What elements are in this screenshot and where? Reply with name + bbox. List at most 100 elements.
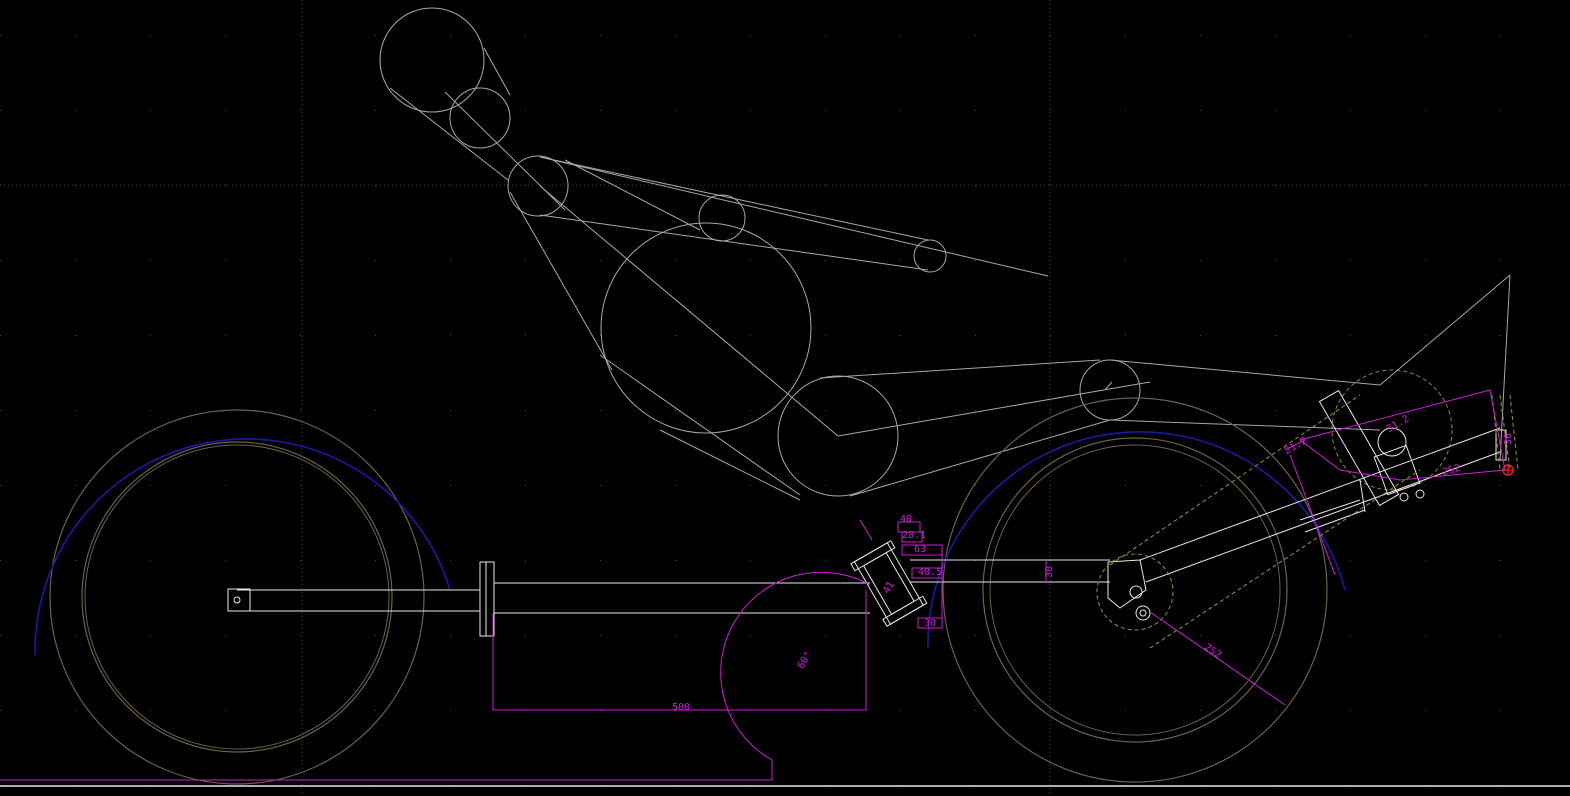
- grid-dot: [1050, 35, 1051, 36]
- grid-dot: [300, 485, 301, 486]
- grid-dot: [975, 185, 976, 186]
- grid-dot: [150, 110, 151, 111]
- grid-dot: [1350, 635, 1351, 636]
- grid-dot: [1425, 335, 1426, 336]
- grid-dot: [1500, 35, 1501, 36]
- grid-dot: [900, 260, 901, 261]
- grid-dot: [1425, 560, 1426, 561]
- cad-drawing-canvas[interactable]: 500 60° 40 28.1 63 40.5 30 30 252 41 21.…: [0, 0, 1570, 796]
- grid-dot: [1350, 260, 1351, 261]
- dim-40: 40: [900, 514, 912, 525]
- grid-dot: [525, 185, 526, 186]
- grid-dot: [150, 35, 151, 36]
- grid-dot: [300, 35, 301, 36]
- grid-dot: [75, 635, 76, 636]
- grid-dot: [300, 110, 301, 111]
- grid-dot: [675, 260, 676, 261]
- grid-dot: [675, 635, 676, 636]
- grid-dot: [825, 410, 826, 411]
- grid-dot: [600, 110, 601, 111]
- grid-dot: [1275, 485, 1276, 486]
- grid-dot: [750, 335, 751, 336]
- grid-dot: [525, 110, 526, 111]
- grid-dot: [150, 560, 151, 561]
- grid-dot: [1050, 710, 1051, 711]
- grid-dot: [1125, 35, 1126, 36]
- grid-dot: [900, 35, 901, 36]
- grid-dot: [225, 35, 226, 36]
- grid-dot: [1350, 485, 1351, 486]
- grid-dot: [1425, 485, 1426, 486]
- grid-dot: [750, 185, 751, 186]
- grid-dot: [1200, 710, 1201, 711]
- grid-dot: [450, 335, 451, 336]
- dim-40-5: 40.5: [918, 567, 942, 578]
- grid-dot: [1125, 335, 1126, 336]
- grid-dot: [1500, 710, 1501, 711]
- dim-28: 28.1: [902, 530, 926, 541]
- grid-dot: [1125, 260, 1126, 261]
- drawing-background: [0, 0, 1570, 796]
- grid-dot: [675, 560, 676, 561]
- grid-dot: [1500, 485, 1501, 486]
- grid-dot: [150, 485, 151, 486]
- grid-dot: [1275, 635, 1276, 636]
- grid-dot: [150, 635, 151, 636]
- grid-dot: [525, 410, 526, 411]
- grid-dot: [225, 635, 226, 636]
- grid-dot: [525, 335, 526, 336]
- grid-dot: [900, 110, 901, 111]
- grid-dot: [1275, 335, 1276, 336]
- grid-dot: [1500, 110, 1501, 111]
- grid-dot: [525, 560, 526, 561]
- grid-dot: [150, 185, 151, 186]
- grid-dot: [675, 335, 676, 336]
- dim-30-headtube: 30: [924, 618, 936, 629]
- dim-63: 63: [914, 544, 926, 555]
- grid-dot: [675, 110, 676, 111]
- grid-dot: [825, 185, 826, 186]
- grid-dot: [1200, 485, 1201, 486]
- grid-dot: [600, 560, 601, 561]
- grid-dot: [375, 335, 376, 336]
- grid-dot: [225, 560, 226, 561]
- grid-dot: [1275, 710, 1276, 711]
- grid-dot: [900, 560, 901, 561]
- grid-dot: [225, 110, 226, 111]
- grid-dot: [1050, 335, 1051, 336]
- dim-30-frame: 30: [1044, 566, 1055, 578]
- grid-dot: [0, 110, 1, 111]
- grid-dot: [600, 485, 601, 486]
- grid-dot: [900, 635, 901, 636]
- grid-dot: [825, 260, 826, 261]
- grid-dot: [300, 710, 301, 711]
- grid-dot: [300, 560, 301, 561]
- dim-500: 500: [672, 702, 690, 713]
- grid-dot: [450, 260, 451, 261]
- grid-dot: [1500, 260, 1501, 261]
- grid-dot: [150, 410, 151, 411]
- grid-dot: [975, 410, 976, 411]
- grid-dot: [750, 485, 751, 486]
- grid-dot: [375, 560, 376, 561]
- grid-dot: [825, 485, 826, 486]
- grid-dot: [525, 260, 526, 261]
- grid-dot: [150, 335, 151, 336]
- grid-dot: [600, 635, 601, 636]
- grid-dot: [825, 110, 826, 111]
- grid-dot: [150, 260, 151, 261]
- grid-dot: [975, 260, 976, 261]
- grid-dot: [750, 635, 751, 636]
- grid-dot: [1425, 710, 1426, 711]
- grid-dot: [225, 185, 226, 186]
- grid-dot: [1125, 710, 1126, 711]
- grid-dot: [1425, 35, 1426, 36]
- grid-dot: [1500, 560, 1501, 561]
- grid-dot: [1350, 710, 1351, 711]
- grid-dot: [225, 710, 226, 711]
- grid-dot: [750, 110, 751, 111]
- grid-dot: [1200, 635, 1201, 636]
- grid-dot: [1050, 485, 1051, 486]
- grid-dot: [0, 710, 1, 711]
- grid-dot: [75, 485, 76, 486]
